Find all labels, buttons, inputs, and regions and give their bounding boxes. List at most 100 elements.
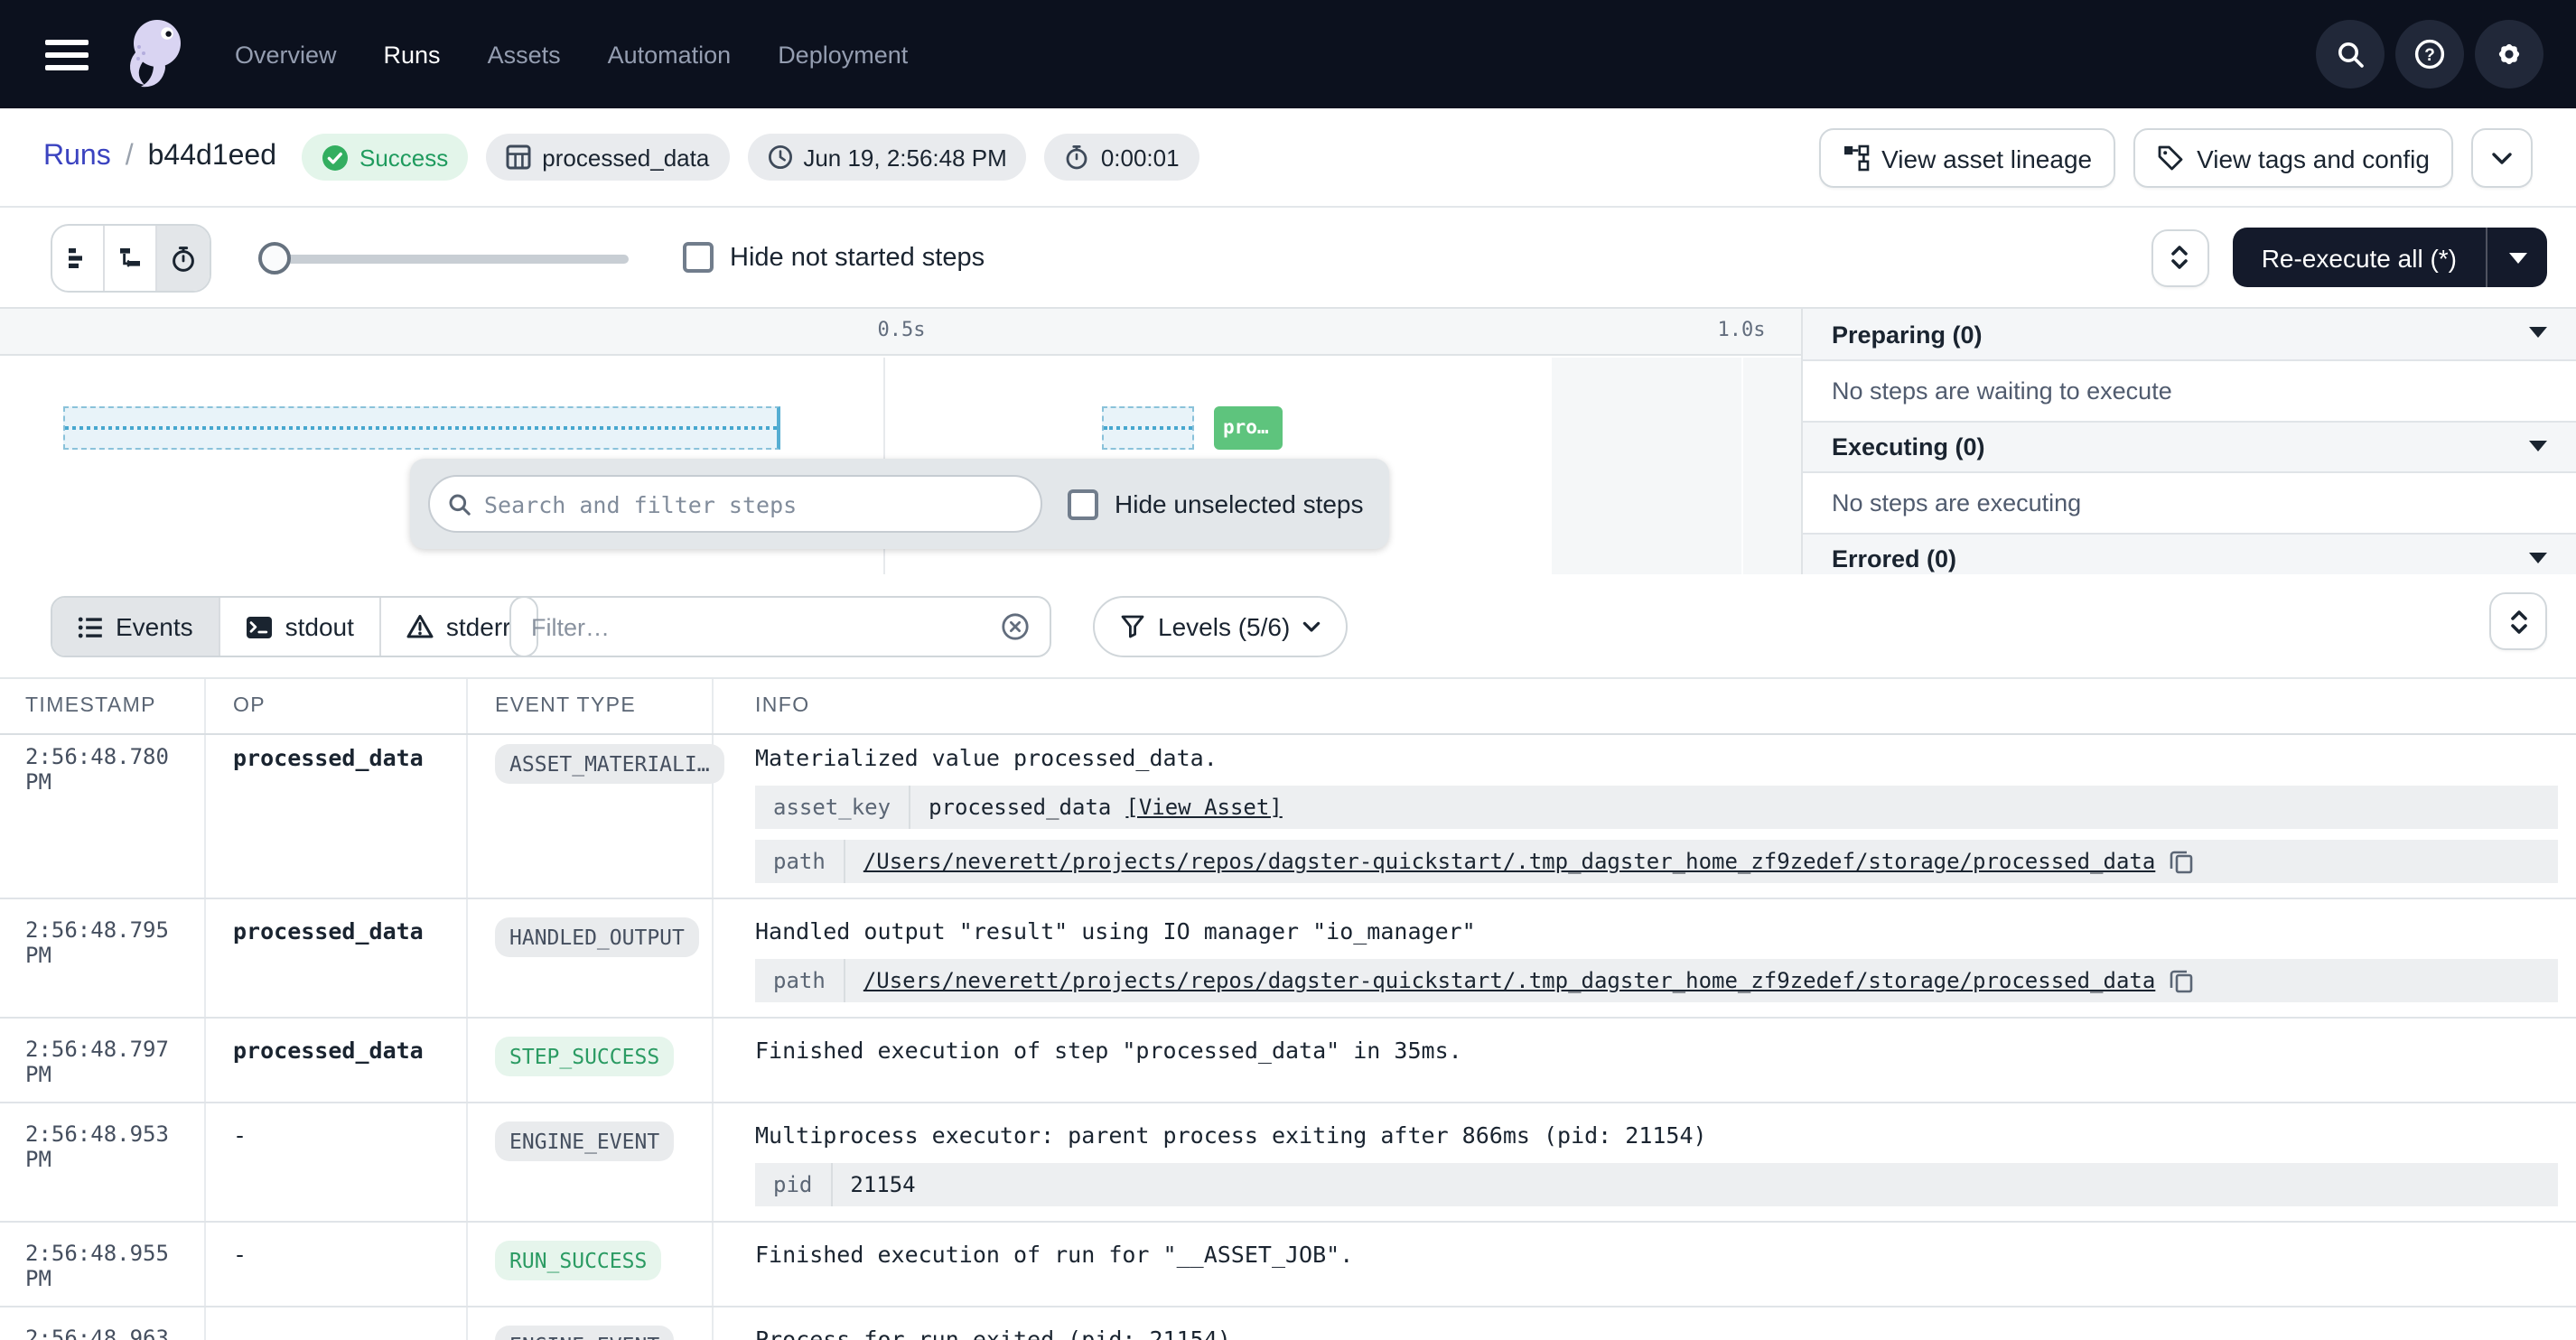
waterfall-view-button[interactable]: [105, 226, 157, 291]
errored-section-header[interactable]: Errored (0): [1803, 533, 2576, 574]
tab-stdout[interactable]: stdout: [220, 598, 381, 656]
event-row[interactable]: 2:56:48.797 PM processed_data STEP_SUCCE…: [0, 1019, 2576, 1103]
event-timestamp: 2:56:48.795 PM: [0, 917, 204, 1002]
view-tags-config-button[interactable]: View tags and config: [2133, 128, 2453, 188]
path-link[interactable]: /Users/neverett/projects/repos/dagster-q…: [863, 849, 2156, 874]
event-info-text: Process for run exited (pid: 21154).: [755, 1326, 2558, 1340]
event-type-badge: STEP_SUCCESS: [495, 1037, 674, 1076]
event-row[interactable]: 2:56:48.963 PM - ENGINE_EVENT Process fo…: [0, 1307, 2576, 1340]
events-table-body: 2:56:48.780 PM processed_data ASSET_MATE…: [0, 735, 2576, 1340]
breadcrumb-runs-link[interactable]: Runs: [43, 141, 111, 173]
event-row[interactable]: 2:56:48.953 PM - ENGINE_EVENT Multiproce…: [0, 1103, 2576, 1223]
breadcrumb: Runs / b44d1eed: [43, 141, 276, 173]
levels-filter-button[interactable]: Levels (5/6): [1093, 596, 1348, 657]
reexecute-dropdown-button[interactable]: [2486, 228, 2547, 287]
nav-item-runs[interactable]: Runs: [384, 41, 441, 68]
view-tags-config-label: View tags and config: [2197, 144, 2430, 172]
gantt-toolbar-right: Re-execute all (*): [2151, 228, 2547, 287]
logs-expand-button[interactable]: [2489, 592, 2547, 650]
event-row[interactable]: 2:56:48.955 PM - RUN_SUCCESS Finished ex…: [0, 1223, 2576, 1307]
clear-filter-icon[interactable]: [1001, 612, 1030, 641]
dagster-logo-icon[interactable]: [117, 14, 190, 94]
copy-icon[interactable]: [2170, 849, 2193, 874]
step-search-box: [428, 475, 1042, 533]
svg-text:?: ?: [2424, 46, 2435, 65]
chevron-down-icon: [1302, 620, 1321, 633]
event-timestamp: 2:56:48.797 PM: [0, 1037, 204, 1087]
kv-key: path: [755, 959, 845, 1002]
executing-section-header[interactable]: Executing (0): [1803, 421, 2576, 473]
copy-icon[interactable]: [2170, 968, 2193, 993]
warning-triangle-icon: [406, 614, 434, 639]
header-more-button[interactable]: [2471, 128, 2533, 188]
tab-events[interactable]: Events: [52, 598, 220, 656]
log-filter-input[interactable]: [531, 613, 1001, 640]
preparing-section-header[interactable]: Preparing (0): [1803, 309, 2576, 361]
event-timestamp: 2:56:48.963 PM: [0, 1326, 204, 1340]
settings-button[interactable]: [2475, 20, 2543, 88]
event-row[interactable]: 2:56:48.780 PM processed_data ASSET_MATE…: [0, 735, 2576, 899]
terminal-icon: [246, 615, 273, 638]
view-asset-link[interactable]: [View Asset]: [1125, 795, 1282, 820]
nav-item-assets[interactable]: Assets: [488, 41, 561, 68]
event-timestamp: 2:56:48.780 PM: [0, 744, 204, 883]
axis-tick-05s: 0.5s: [847, 318, 956, 341]
tab-events-label: Events: [116, 612, 193, 641]
col-header-event-type: EVENT TYPE: [466, 695, 712, 717]
gantt-zoom-slider[interactable]: [258, 255, 629, 264]
lineage-icon: [1842, 144, 1869, 172]
nav-item-automation[interactable]: Automation: [608, 41, 732, 68]
hide-not-started-group: Hide not started steps: [683, 242, 985, 273]
view-asset-lineage-button[interactable]: View asset lineage: [1818, 128, 2115, 188]
log-view-tabs: Events stdout stderr: [51, 596, 538, 657]
path-link[interactable]: /Users/neverett/projects/repos/dagster-q…: [863, 968, 2156, 993]
event-op: processed_data: [204, 1037, 466, 1087]
gear-icon: [2493, 38, 2525, 70]
executing-section-body: No steps are executing: [1803, 473, 2576, 533]
duration-label: 0:00:01: [1101, 144, 1180, 171]
event-op: -: [204, 1326, 466, 1340]
expand-collapse-button[interactable]: [2151, 228, 2209, 286]
flat-view-button[interactable]: [52, 226, 105, 291]
gantt-waiting-bar-2[interactable]: [1102, 406, 1194, 450]
path-row: path /Users/neverett/projects/repos/dags…: [755, 840, 2558, 883]
menu-icon[interactable]: [45, 39, 89, 70]
stopwatch-icon: [1065, 144, 1090, 170]
top-nav: Overview Runs Assets Automation Deployme…: [0, 0, 2576, 108]
nav-item-deployment[interactable]: Deployment: [778, 41, 908, 68]
step-search-input[interactable]: [484, 490, 1022, 517]
gantt-waiting-bar[interactable]: [63, 406, 780, 450]
slider-thumb[interactable]: [258, 242, 291, 275]
status-label: Success: [359, 144, 448, 171]
col-header-timestamp: TIMESTAMP: [0, 695, 204, 717]
executing-title: Executing (0): [1832, 433, 1985, 461]
reexecute-all-button[interactable]: Re-execute all (*): [2233, 228, 2486, 287]
view-asset-lineage-label: View asset lineage: [1881, 144, 2092, 172]
gantt-step-bar-processed-data[interactable]: pro…: [1214, 406, 1283, 450]
hide-unselected-checkbox[interactable]: [1068, 489, 1098, 519]
gridline-10s: [1741, 358, 1743, 574]
kv-value: processed_data: [929, 795, 1111, 820]
event-info-text: Finished execution of step "processed_da…: [755, 1037, 2558, 1064]
pid-row: pid 21154: [755, 1163, 2558, 1206]
timing-view-button[interactable]: [157, 226, 210, 291]
search-button[interactable]: [2316, 20, 2385, 88]
asset-tag-badge[interactable]: processed_data: [486, 134, 729, 181]
help-button[interactable]: ?: [2395, 20, 2464, 88]
dagster-run-page: Overview Runs Assets Automation Deployme…: [0, 0, 2576, 1340]
event-row[interactable]: 2:56:48.795 PM processed_data HANDLED_OU…: [0, 899, 2576, 1019]
col-header-op: OP: [204, 695, 466, 717]
events-table-header: TIMESTAMP OP EVENT TYPE INFO: [0, 679, 2576, 735]
col-header-info: INFO: [712, 695, 2576, 717]
hide-not-started-checkbox[interactable]: [683, 242, 714, 273]
waterfall-view-icon: [117, 246, 143, 271]
nav-item-overview[interactable]: Overview: [235, 41, 337, 68]
gantt-chart-area: 0.5s 1.0s pro…: [0, 309, 1801, 574]
reexecute-label: Re-execute all (*): [2262, 243, 2457, 272]
preparing-title: Preparing (0): [1832, 321, 1983, 348]
up-down-chevrons-icon: [2506, 608, 2530, 635]
axis-tick-10s: 1.0s: [1687, 318, 1796, 341]
event-timestamp: 2:56:48.955 PM: [0, 1241, 204, 1291]
breadcrumb-separator: /: [126, 141, 134, 173]
caret-down-icon: [2508, 252, 2526, 263]
